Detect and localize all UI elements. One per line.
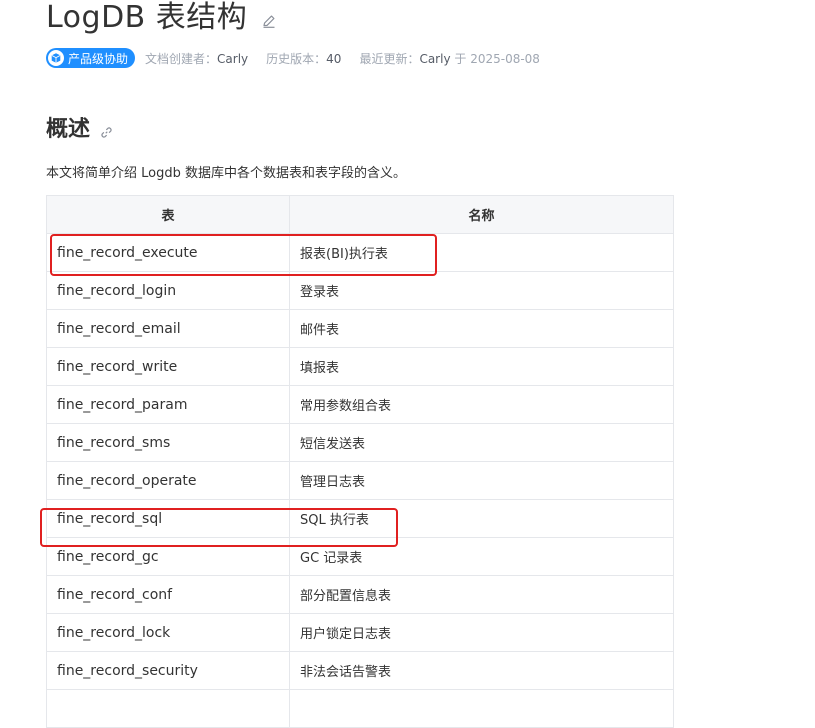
doc-meta: 产品级协助 文档创建者：Carly 历史版本：40 最近更新：Carly 于 2… (46, 48, 558, 68)
column-header-table: 表 (46, 195, 290, 234)
table-row: fine_record_sms 短信发送表 (46, 423, 674, 462)
table-desc-cell: 报表(BI)执行表 (289, 233, 674, 272)
table-name-cell: fine_record_lock (46, 613, 290, 652)
logdb-table: 表 名称 fine_record_execute 报表(BI)执行表 fine_… (46, 195, 674, 728)
table-name-cell: fine_record_sms (46, 423, 290, 462)
overview-intro: 本文将简单介绍 Logdb 数据库中各个数据表和表字段的含义。 (46, 166, 406, 181)
table-name-cell: fine_record_gc (46, 537, 290, 576)
table-row: fine_record_lock 用户锁定日志表 (46, 613, 674, 652)
table-desc-cell: 登录表 (289, 271, 674, 310)
table-desc-cell: 邮件表 (289, 309, 674, 348)
creator-name: Carly (217, 51, 249, 66)
badge-label: 产品级协助 (68, 51, 129, 66)
updated-by: Carly (419, 51, 451, 66)
table-row: fine_record_operate 管理日志表 (46, 461, 674, 500)
table-desc-cell: SQL 执行表 (289, 499, 674, 538)
updated-label: 最近更新： (359, 51, 420, 66)
updated-date: 于 2025-08-08 (454, 51, 540, 66)
edit-icon[interactable] (261, 13, 277, 29)
cube-icon (48, 50, 64, 66)
table-row: fine_record_execute 报表(BI)执行表 (46, 233, 674, 272)
creator-meta: 文档创建者：Carly (145, 50, 248, 67)
table-row: fine_record_sql SQL 执行表 (46, 499, 674, 538)
table-name-cell: fine_record_email (46, 309, 290, 348)
table-name-cell: fine_record_write (46, 347, 290, 386)
table-desc-cell: 常用参数组合表 (289, 385, 674, 424)
overview-heading: 概述 (46, 114, 113, 146)
column-header-name: 名称 (289, 195, 674, 234)
title-row: LogDB 表结构 (46, 0, 277, 40)
table-desc-cell: 短信发送表 (289, 423, 674, 462)
table-name-cell: fine_record_sql (46, 499, 290, 538)
version-number: 40 (326, 51, 342, 66)
page-title: LogDB 表结构 (46, 0, 248, 35)
table-name-cell: fine_record_security (46, 651, 290, 690)
table-desc-cell: 用户锁定日志表 (289, 613, 674, 652)
table-row: fine_record_write 填报表 (46, 347, 674, 386)
table-header-row: 表 名称 (46, 195, 674, 234)
product-support-badge[interactable]: 产品级协助 (46, 48, 136, 68)
table-name-cell: fine_record_param (46, 385, 290, 424)
table-desc-cell: 管理日志表 (289, 461, 674, 500)
table-row: fine_record_security 非法会话告警表 (46, 651, 674, 690)
version-meta[interactable]: 历史版本：40 (266, 50, 341, 67)
section-title: 概述 (46, 117, 91, 142)
table-desc-cell: 非法会话告警表 (289, 651, 674, 690)
link-icon[interactable] (100, 126, 113, 139)
table-name-cell: fine_record_execute (46, 233, 290, 272)
table-name-cell: fine_record_conf (46, 575, 290, 614)
table-row: fine_record_conf 部分配置信息表 (46, 575, 674, 614)
updated-meta: 最近更新：Carly 于 2025-08-08 (359, 50, 540, 67)
table-row: fine_record_login 登录表 (46, 271, 674, 310)
table-name-cell: fine_record_login (46, 271, 290, 310)
table-row: fine_record_param 常用参数组合表 (46, 385, 674, 424)
table-row: fine_record_gc GC 记录表 (46, 537, 674, 576)
table-desc-cell: GC 记录表 (289, 537, 674, 576)
creator-label: 文档创建者： (145, 51, 218, 66)
table-desc-cell: 部分配置信息表 (289, 575, 674, 614)
table-desc-cell: 填报表 (289, 347, 674, 386)
version-label: 历史版本： (266, 51, 327, 66)
table-row: fine_record_email 邮件表 (46, 309, 674, 348)
table-name-cell: fine_record_operate (46, 461, 290, 500)
